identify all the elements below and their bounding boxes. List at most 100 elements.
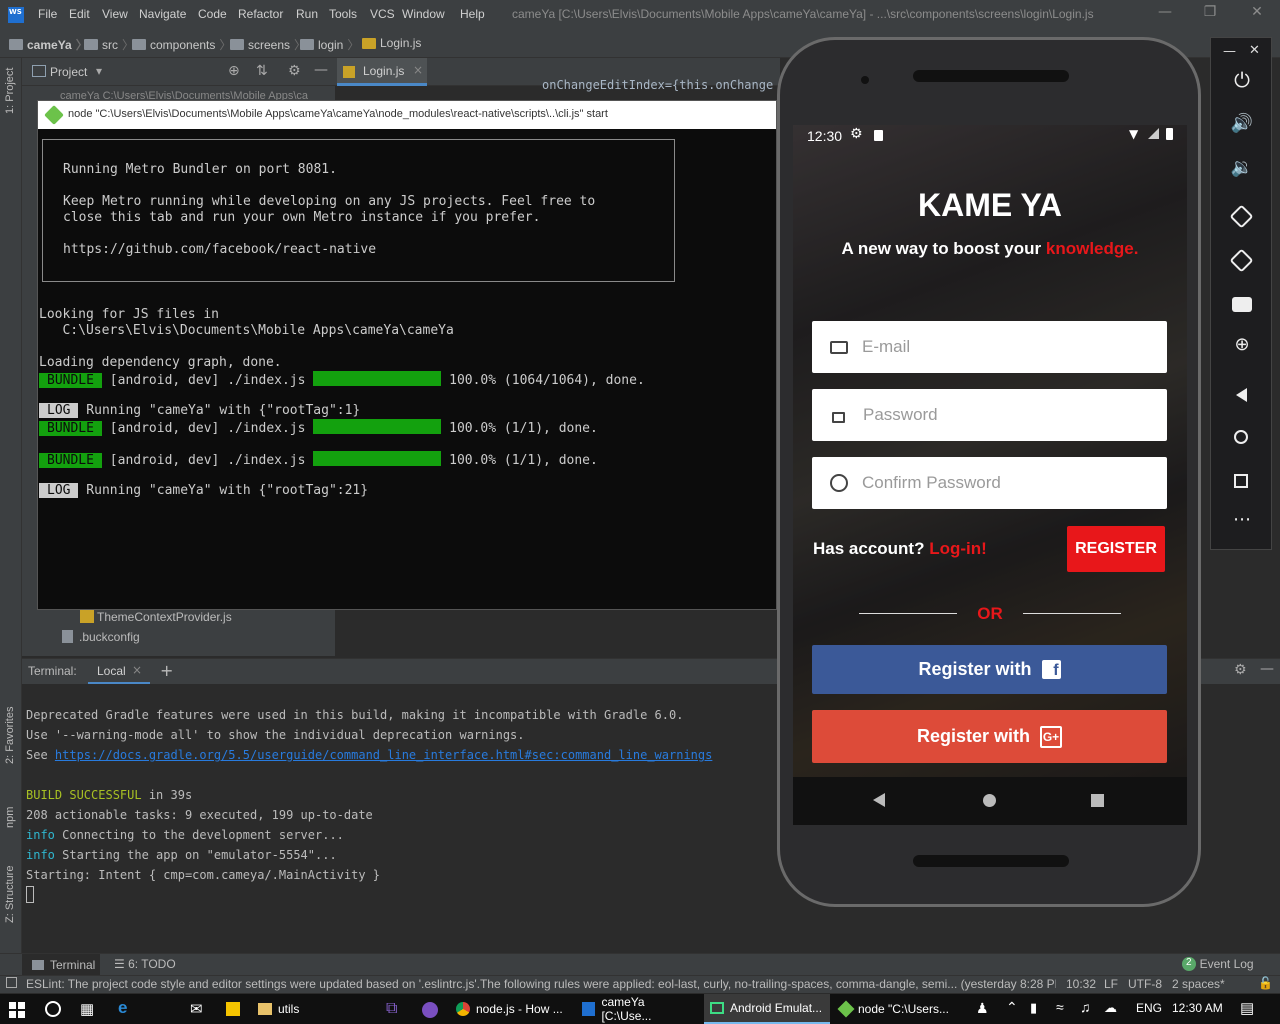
close-tab-icon[interactable]: ×: [132, 663, 142, 677]
volume-up-icon[interactable]: 🔊: [1227, 113, 1257, 143]
clock[interactable]: 12:30 AM: [1172, 1001, 1223, 1015]
file-encoding[interactable]: UTF-8: [1128, 977, 1162, 991]
close-icon[interactable]: ✕: [1246, 4, 1268, 26]
zoom-icon[interactable]: ⊕: [1227, 334, 1257, 364]
minimize-icon[interactable]: —: [1154, 4, 1176, 26]
task-view-icon[interactable]: ▦: [80, 1000, 94, 1018]
phone-screen[interactable]: 12:30 ⚙ ▼ KAME YA A new way to boost you…: [793, 125, 1187, 825]
tree-item-themecontext[interactable]: ThemeContextProvider.js: [97, 610, 232, 624]
breadcrumb-src[interactable]: src 〉: [84, 36, 134, 53]
minimize-icon[interactable]: —: [1223, 44, 1236, 59]
status-message[interactable]: ESLint: The project code style and edito…: [26, 977, 1056, 991]
wifi-icon[interactable]: ≈: [1056, 999, 1064, 1015]
breadcrumb-project[interactable]: cameYa 〉: [9, 36, 88, 53]
status-toggle-icon[interactable]: [6, 977, 17, 988]
more-options-icon[interactable]: ⋯: [1227, 509, 1257, 539]
password-field[interactable]: Password: [812, 389, 1167, 441]
add-tab-icon[interactable]: +: [160, 661, 173, 680]
gear-icon[interactable]: ⚙: [288, 63, 301, 79]
project-title[interactable]: Project: [50, 65, 87, 79]
close-icon[interactable]: ✕: [1249, 43, 1260, 58]
menu-edit[interactable]: Edit: [69, 7, 90, 21]
power-icon[interactable]: ⏻: [1227, 68, 1257, 98]
node-console-window[interactable]: node "C:\Users\Elvis\Documents\Mobile Ap…: [37, 100, 777, 610]
tool-npm[interactable]: npm: [4, 807, 16, 828]
sticky-notes-icon[interactable]: [226, 1002, 240, 1016]
menu-navigate[interactable]: Navigate: [139, 7, 186, 21]
onedrive-icon[interactable]: ☁: [1104, 1000, 1117, 1016]
tool-favorites[interactable]: 2: Favorites: [4, 707, 16, 764]
breadcrumb-screens[interactable]: screens〉: [230, 36, 306, 53]
volume-down-icon[interactable]: 🔉: [1227, 157, 1257, 187]
collapse-icon[interactable]: ⇅: [256, 63, 268, 79]
menu-refactor[interactable]: Refactor: [238, 7, 283, 21]
gear-icon[interactable]: ⚙: [1234, 662, 1247, 678]
task-webstorm[interactable]: cameYa [C:\Use...: [576, 994, 700, 1024]
login-link[interactable]: Log-in!: [929, 539, 987, 558]
rotate-right-icon[interactable]: [1227, 246, 1257, 276]
search-icon[interactable]: [45, 1001, 61, 1017]
caret-position[interactable]: 10:32: [1066, 977, 1096, 991]
line-separator[interactable]: LF: [1104, 977, 1118, 991]
task-android-emulator[interactable]: Android Emulat...: [704, 994, 830, 1024]
tree-item-buckconfig[interactable]: .buckconfig: [79, 630, 140, 644]
hide-icon[interactable]: —: [314, 62, 328, 78]
windows-start-icon[interactable]: [9, 1002, 25, 1018]
tab-login-js[interactable]: Login.js ×: [337, 58, 427, 86]
battery-icon[interactable]: ▮: [1030, 1000, 1037, 1016]
tool-structure[interactable]: Z: Structure: [4, 866, 16, 923]
menu-run[interactable]: Run: [296, 7, 318, 21]
people-icon[interactable]: ♟: [976, 1000, 989, 1017]
terminal-line: Use '--warning-mode all' to show the ind…: [26, 728, 525, 742]
menu-help[interactable]: Help: [460, 7, 485, 21]
language-indicator[interactable]: ENG: [1136, 1001, 1162, 1015]
nav-home-icon[interactable]: [983, 794, 996, 807]
nav-recents-icon[interactable]: [1091, 794, 1104, 807]
task-chrome[interactable]: node.js - How ...: [450, 994, 572, 1024]
tool-event-log[interactable]: 2 Event Log: [1182, 957, 1254, 971]
menu-view[interactable]: View: [102, 7, 128, 21]
menu-vcs[interactable]: VCS: [370, 7, 395, 21]
bundle-line-3: BUNDLE [android, dev] ./index.js 100.0% …: [39, 451, 598, 468]
chevron-up-icon[interactable]: ⌃: [1006, 999, 1018, 1016]
rotate-left-icon[interactable]: [1227, 202, 1257, 232]
app-icon[interactable]: [422, 1002, 438, 1018]
notifications-icon[interactable]: ▤: [1240, 999, 1254, 1017]
list-icon: ☰: [114, 957, 129, 971]
hide-icon[interactable]: —: [1260, 661, 1274, 677]
nav-back-icon[interactable]: [873, 793, 885, 807]
lock-icon[interactable]: 🔓: [1258, 976, 1273, 990]
chevron-down-icon[interactable]: ▾: [96, 64, 102, 78]
tool-terminal[interactable]: Terminal: [22, 954, 100, 975]
menu-window[interactable]: Window: [402, 7, 445, 21]
indent-setting[interactable]: 2 spaces*: [1172, 977, 1225, 991]
maximize-icon[interactable]: ❐: [1199, 4, 1221, 26]
register-facebook-button[interactable]: Register with f: [812, 645, 1167, 694]
confirm-password-field[interactable]: Confirm Password: [812, 457, 1167, 509]
register-button[interactable]: REGISTER: [1067, 526, 1165, 572]
task-utils[interactable]: utils: [252, 994, 362, 1024]
volume-icon[interactable]: ♫: [1080, 999, 1091, 1015]
back-icon[interactable]: [1227, 380, 1257, 410]
breadcrumb-login[interactable]: login 〉: [300, 36, 359, 53]
email-field[interactable]: E-mail: [812, 321, 1167, 373]
tab-local[interactable]: Local ×: [88, 659, 150, 685]
close-tab-icon[interactable]: ×: [413, 63, 423, 77]
menu-file[interactable]: File: [38, 7, 57, 21]
task-node[interactable]: node "C:\Users...: [834, 994, 958, 1024]
gradle-docs-link[interactable]: https://docs.gradle.org/5.5/userguide/co…: [55, 748, 712, 762]
home-icon[interactable]: [1227, 423, 1257, 453]
edge-icon[interactable]: e: [118, 998, 127, 1018]
register-google-button[interactable]: Register with G+: [812, 710, 1167, 763]
tool-todo[interactable]: ☰ 6: TODO: [114, 957, 176, 971]
visual-studio-icon[interactable]: ⧉: [386, 1000, 397, 1018]
breadcrumb-components[interactable]: components 〉: [132, 36, 231, 53]
overview-icon[interactable]: [1227, 467, 1257, 497]
menu-code[interactable]: Code: [198, 7, 227, 21]
tool-project[interactable]: 1: Project: [4, 68, 16, 114]
camera-icon[interactable]: [1227, 290, 1257, 320]
target-icon[interactable]: ⊕: [228, 63, 240, 79]
menu-tools[interactable]: Tools: [329, 7, 357, 21]
breadcrumb-file[interactable]: Login.js: [362, 36, 421, 50]
mail-icon[interactable]: ✉: [190, 1000, 203, 1018]
